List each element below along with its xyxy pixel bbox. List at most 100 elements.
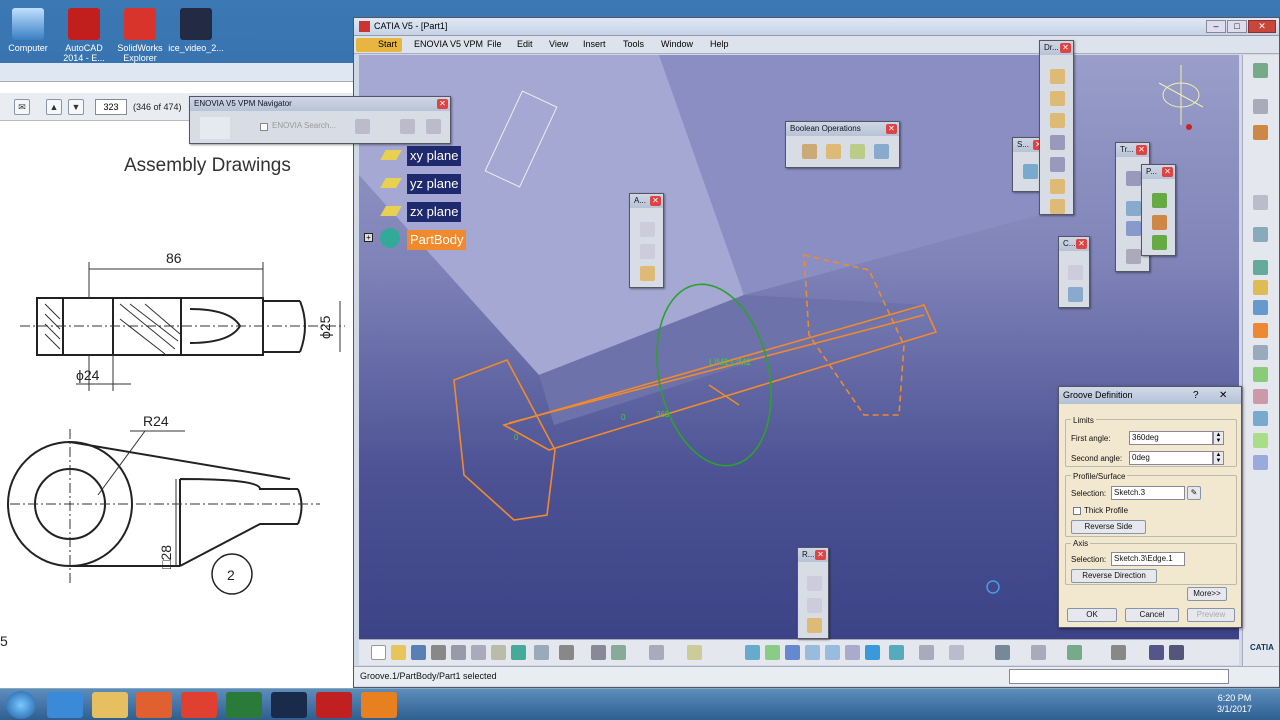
plane-icon[interactable] bbox=[807, 618, 822, 633]
fillet-icon[interactable] bbox=[1050, 69, 1065, 84]
expand-icon[interactable]: + bbox=[364, 233, 373, 242]
multi-section-icon[interactable] bbox=[1253, 455, 1268, 470]
acrobat-icon[interactable] bbox=[316, 692, 352, 718]
autocad-icon[interactable]: AutoCAD 2014 - E... bbox=[56, 4, 112, 63]
close-icon[interactable]: ✕ bbox=[886, 124, 897, 134]
save-icon[interactable] bbox=[411, 645, 426, 660]
text-icon[interactable] bbox=[640, 222, 655, 237]
remove-icon[interactable] bbox=[850, 144, 865, 159]
table-icon[interactable] bbox=[649, 645, 664, 660]
reverse-direction-button[interactable]: Reverse Direction bbox=[1071, 569, 1157, 583]
help-icon[interactable] bbox=[559, 645, 574, 660]
thickness-icon[interactable] bbox=[1050, 157, 1065, 172]
close-icon[interactable]: ✕ bbox=[815, 550, 826, 560]
axis-selection-input[interactable]: Sketch.3\Edge.1 bbox=[1111, 552, 1185, 566]
close-icon[interactable]: ✕ bbox=[1060, 43, 1071, 53]
rib-icon[interactable] bbox=[1253, 367, 1268, 382]
intersect-icon[interactable] bbox=[874, 144, 889, 159]
constraint-icon[interactable] bbox=[1068, 287, 1083, 302]
fit-all-icon[interactable] bbox=[745, 645, 760, 660]
video-file-icon[interactable]: ice_video_2... bbox=[168, 4, 224, 53]
close-icon[interactable]: ✕ bbox=[1162, 167, 1173, 177]
rotate-icon[interactable] bbox=[785, 645, 800, 660]
close-icon[interactable]: ✕ bbox=[1219, 387, 1227, 404]
menu-help[interactable]: Help bbox=[710, 39, 729, 49]
command-input[interactable] bbox=[1009, 669, 1229, 684]
analysis-icon[interactable] bbox=[1067, 645, 1082, 660]
point-icon[interactable] bbox=[1152, 193, 1167, 208]
menu-edit[interactable]: Edit bbox=[517, 39, 533, 49]
shaft-icon[interactable] bbox=[1253, 300, 1268, 315]
second-angle-input[interactable]: 0deg bbox=[1129, 451, 1213, 465]
cancel-button[interactable]: Cancel bbox=[1125, 608, 1179, 622]
print-icon[interactable] bbox=[431, 645, 446, 660]
more-button[interactable]: More>> bbox=[1187, 587, 1227, 601]
remove-face-icon[interactable] bbox=[1050, 199, 1065, 214]
enovia-icon[interactable] bbox=[426, 119, 441, 134]
camtasia-icon[interactable] bbox=[226, 692, 262, 718]
measure-icon[interactable] bbox=[687, 645, 702, 660]
start-button[interactable] bbox=[6, 691, 36, 719]
profile-selection-input[interactable]: Sketch.3 bbox=[1111, 486, 1185, 500]
split-icon[interactable] bbox=[1023, 164, 1038, 179]
maximize-button[interactable]: □ bbox=[1227, 20, 1247, 33]
undo-icon[interactable] bbox=[511, 645, 526, 660]
pad-icon[interactable] bbox=[1253, 260, 1268, 275]
cut-icon[interactable] bbox=[451, 645, 466, 660]
close-button[interactable]: ✕ bbox=[1248, 20, 1276, 33]
tree-item-xy-plane[interactable]: xy plane bbox=[407, 146, 462, 166]
ie-icon[interactable] bbox=[47, 692, 83, 718]
line-icon[interactable] bbox=[1152, 215, 1167, 230]
next-page-icon[interactable]: ▼ bbox=[68, 99, 84, 115]
shell-icon[interactable] bbox=[1050, 135, 1065, 150]
enovia-icon[interactable] bbox=[400, 119, 415, 134]
enovia-icon[interactable] bbox=[355, 119, 370, 134]
new-icon[interactable] bbox=[371, 645, 386, 660]
3d-annotation-icon[interactable] bbox=[640, 266, 655, 281]
prev-page-icon[interactable]: ▲ bbox=[46, 99, 62, 115]
redo-icon[interactable] bbox=[534, 645, 549, 660]
sketcher-icon[interactable] bbox=[1253, 227, 1268, 242]
scale-icon[interactable] bbox=[1126, 249, 1141, 264]
sketch-icon[interactable] bbox=[1253, 99, 1268, 114]
select-icon[interactable] bbox=[1253, 195, 1268, 210]
close-icon[interactable]: ✕ bbox=[650, 196, 661, 206]
formula-icon[interactable] bbox=[591, 645, 606, 660]
ok-button[interactable]: OK bbox=[1067, 608, 1117, 622]
copy-icon[interactable] bbox=[471, 645, 486, 660]
mirror-icon[interactable] bbox=[1126, 201, 1141, 216]
loft-icon[interactable] bbox=[1253, 433, 1268, 448]
sketch-edit-icon[interactable]: ✎ bbox=[1187, 486, 1201, 500]
zoom-in-icon[interactable] bbox=[805, 645, 820, 660]
settings-icon[interactable] bbox=[1253, 63, 1268, 78]
slot-icon[interactable] bbox=[1253, 389, 1268, 404]
tree-item-zx-plane[interactable]: zx plane bbox=[407, 202, 462, 222]
help-button[interactable]: ? bbox=[1193, 387, 1199, 404]
plane-icon[interactable] bbox=[1152, 235, 1167, 250]
flag-note-icon[interactable] bbox=[640, 244, 655, 259]
thread-icon[interactable] bbox=[1050, 179, 1065, 194]
email-icon[interactable]: ✉ bbox=[14, 99, 30, 115]
add-icon[interactable] bbox=[826, 144, 841, 159]
minimize-button[interactable]: – bbox=[1206, 20, 1226, 33]
groove-icon[interactable] bbox=[1253, 323, 1268, 338]
page-number-input[interactable]: 323 bbox=[95, 99, 127, 115]
tool-icon[interactable] bbox=[1253, 125, 1268, 140]
view-icon[interactable] bbox=[865, 645, 880, 660]
paste-icon[interactable] bbox=[491, 645, 506, 660]
camera-icon[interactable] bbox=[1111, 645, 1126, 660]
normal-view-icon[interactable] bbox=[845, 645, 860, 660]
point-icon[interactable] bbox=[807, 576, 822, 591]
computer-icon[interactable]: Computer bbox=[0, 4, 56, 53]
translate-icon[interactable] bbox=[1126, 171, 1141, 186]
first-angle-input[interactable]: 360deg bbox=[1129, 431, 1213, 445]
media-player-icon[interactable] bbox=[136, 692, 172, 718]
menu-file[interactable]: File bbox=[487, 39, 502, 49]
pan-icon[interactable] bbox=[765, 645, 780, 660]
close-icon[interactable]: ✕ bbox=[1076, 239, 1087, 249]
menu-tools[interactable]: Tools bbox=[623, 39, 644, 49]
chamfer-icon[interactable] bbox=[1050, 91, 1065, 106]
explorer-icon[interactable] bbox=[92, 692, 128, 718]
reverse-side-button[interactable]: Reverse Side bbox=[1071, 520, 1146, 534]
close-icon[interactable]: ✕ bbox=[437, 99, 448, 109]
